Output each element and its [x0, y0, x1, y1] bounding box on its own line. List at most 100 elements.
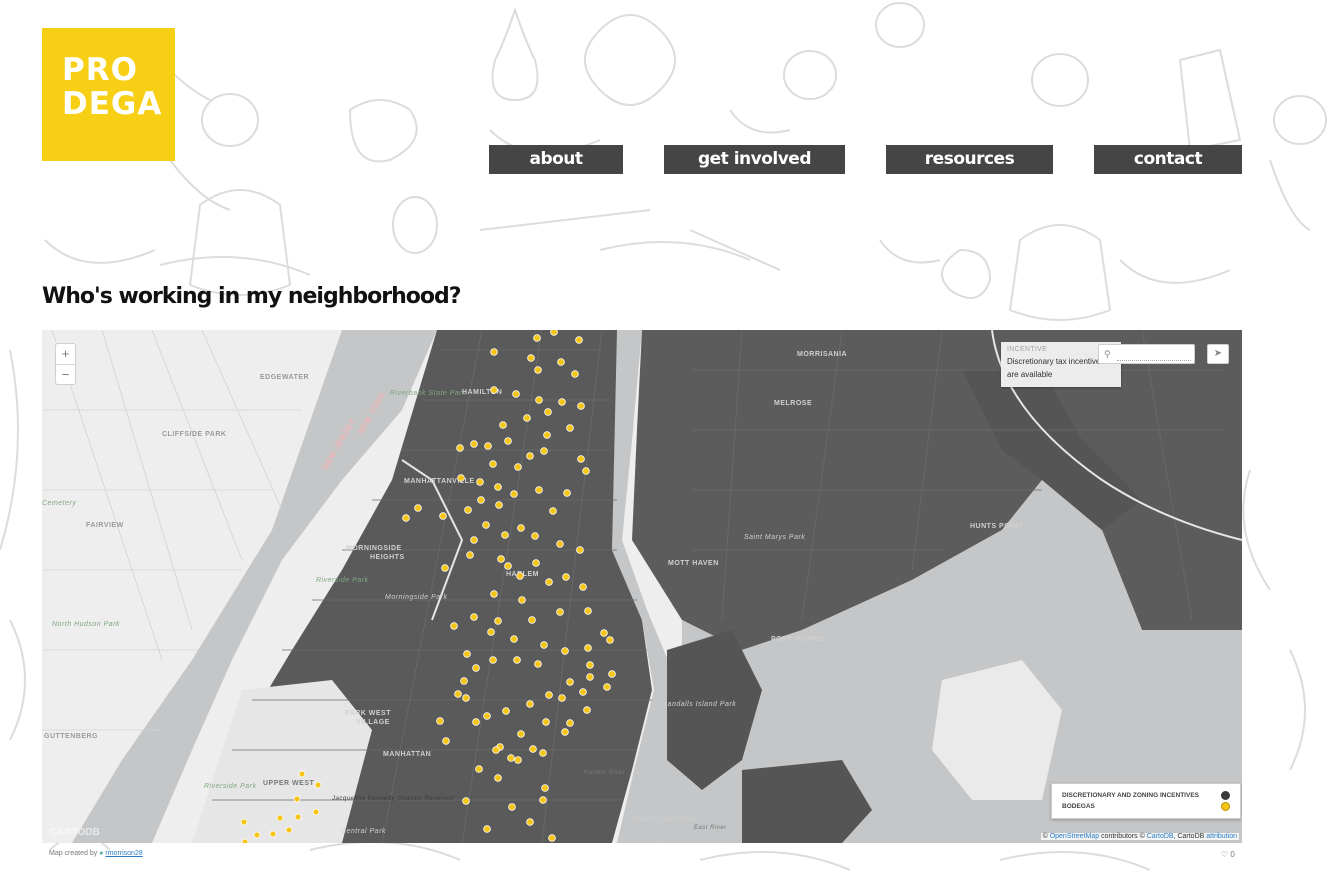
bodega-marker[interactable]	[463, 650, 471, 658]
bodega-marker[interactable]	[241, 838, 249, 843]
bodega-marker[interactable]	[470, 536, 478, 544]
bodega-marker[interactable]	[577, 402, 585, 410]
bodega-marker[interactable]	[494, 483, 502, 491]
bodega-marker[interactable]	[584, 644, 592, 652]
bodega-marker[interactable]	[293, 795, 301, 803]
nav-contact-button[interactable]: contact	[1094, 145, 1242, 174]
bodega-marker[interactable]	[477, 496, 485, 504]
bodega-marker[interactable]	[462, 694, 470, 702]
bodega-marker[interactable]	[476, 478, 484, 486]
bodega-marker[interactable]	[582, 467, 590, 475]
bodega-marker[interactable]	[501, 531, 509, 539]
bodega-marker[interactable]	[577, 455, 585, 463]
bodega-marker[interactable]	[539, 796, 547, 804]
bodega-marker[interactable]	[402, 514, 410, 522]
bodega-marker[interactable]	[606, 636, 614, 644]
bodega-marker[interactable]	[436, 717, 444, 725]
bodega-marker[interactable]	[516, 572, 524, 580]
bodega-marker[interactable]	[535, 486, 543, 494]
bodega-marker[interactable]	[508, 803, 516, 811]
bodega-marker[interactable]	[483, 825, 491, 833]
bodega-marker[interactable]	[575, 336, 583, 344]
nav-resources-button[interactable]: resources	[886, 145, 1053, 174]
bodega-marker[interactable]	[314, 781, 322, 789]
bodega-marker[interactable]	[558, 398, 566, 406]
bodega-marker[interactable]	[240, 818, 248, 826]
bodega-marker[interactable]	[549, 507, 557, 515]
bodega-marker[interactable]	[541, 784, 549, 792]
author-link[interactable]: rmorrison28	[105, 850, 142, 857]
bodega-marker[interactable]	[526, 452, 534, 460]
bodega-marker[interactable]	[527, 354, 535, 362]
bodega-marker[interactable]	[442, 737, 450, 745]
bodega-marker[interactable]	[518, 596, 526, 604]
bodega-marker[interactable]	[534, 366, 542, 374]
bodega-marker[interactable]	[603, 683, 611, 691]
bodega-marker[interactable]	[484, 442, 492, 450]
bodega-marker[interactable]	[566, 424, 574, 432]
bodega-marker[interactable]	[439, 512, 447, 520]
bodega-marker[interactable]	[548, 834, 556, 842]
map-basemap[interactable]: MORRISANIA MELROSE EDGEWATER CLIFFSIDE P…	[42, 330, 1242, 843]
bodega-marker[interactable]	[492, 746, 500, 754]
bodega-marker[interactable]	[294, 813, 302, 821]
bodega-marker[interactable]	[544, 408, 552, 416]
bodega-marker[interactable]	[561, 728, 569, 736]
bodega-marker[interactable]	[466, 551, 474, 559]
bodega-marker[interactable]	[464, 506, 472, 514]
bodega-marker[interactable]	[584, 607, 592, 615]
bodega-marker[interactable]	[482, 521, 490, 529]
bodega-marker[interactable]	[526, 818, 534, 826]
bodega-marker[interactable]	[579, 688, 587, 696]
bodega-marker[interactable]	[487, 628, 495, 636]
bodega-marker[interactable]	[494, 774, 502, 782]
bodega-marker[interactable]	[542, 718, 550, 726]
bodega-marker[interactable]	[534, 660, 542, 668]
bodega-marker[interactable]	[566, 719, 574, 727]
bodega-marker[interactable]	[454, 690, 462, 698]
bodega-marker[interactable]	[523, 414, 531, 422]
openstreetmap-link[interactable]: OpenStreetMap	[1050, 833, 1099, 840]
bodega-marker[interactable]	[586, 661, 594, 669]
bodega-marker[interactable]	[514, 756, 522, 764]
bodega-marker[interactable]	[535, 396, 543, 404]
bodega-marker[interactable]	[562, 573, 570, 581]
bodega-marker[interactable]	[504, 437, 512, 445]
bodega-marker[interactable]	[441, 564, 449, 572]
bodega-marker[interactable]	[566, 678, 574, 686]
bodega-marker[interactable]	[483, 712, 491, 720]
bodega-marker[interactable]	[510, 490, 518, 498]
bodega-marker[interactable]	[510, 635, 518, 643]
bodega-marker[interactable]	[608, 670, 616, 678]
bodega-marker[interactable]	[579, 583, 587, 591]
bodega-marker[interactable]	[269, 830, 277, 838]
bodega-marker[interactable]	[490, 590, 498, 598]
bodega-marker[interactable]	[470, 613, 478, 621]
bodega-marker[interactable]	[532, 559, 540, 567]
bodega-marker[interactable]	[489, 460, 497, 468]
bodega-marker[interactable]	[494, 617, 502, 625]
bodega-marker[interactable]	[489, 656, 497, 664]
bodega-marker[interactable]	[312, 808, 320, 816]
bodega-marker[interactable]	[472, 718, 480, 726]
bodega-marker[interactable]	[513, 656, 521, 664]
bodega-marker[interactable]	[475, 765, 483, 773]
bodega-marker[interactable]	[540, 641, 548, 649]
bodega-marker[interactable]	[576, 546, 584, 554]
bodega-marker[interactable]	[561, 647, 569, 655]
bodega-marker[interactable]	[472, 664, 480, 672]
bodega-marker[interactable]	[497, 555, 505, 563]
bodega-marker[interactable]	[526, 700, 534, 708]
bodega-marker[interactable]	[298, 770, 306, 778]
bodega-marker[interactable]	[557, 358, 565, 366]
bodega-marker[interactable]	[460, 677, 468, 685]
bodega-marker[interactable]	[550, 330, 558, 336]
bodega-marker[interactable]	[490, 386, 498, 394]
bodega-marker[interactable]	[600, 629, 608, 637]
bodega-marker[interactable]	[499, 421, 507, 429]
bodega-marker[interactable]	[556, 540, 564, 548]
like-counter[interactable]: ♡ 0	[1221, 850, 1235, 859]
bodega-marker[interactable]	[517, 524, 525, 532]
search-icon[interactable]: ⚲	[1104, 349, 1111, 360]
zoom-out-button[interactable]: −	[56, 364, 75, 384]
